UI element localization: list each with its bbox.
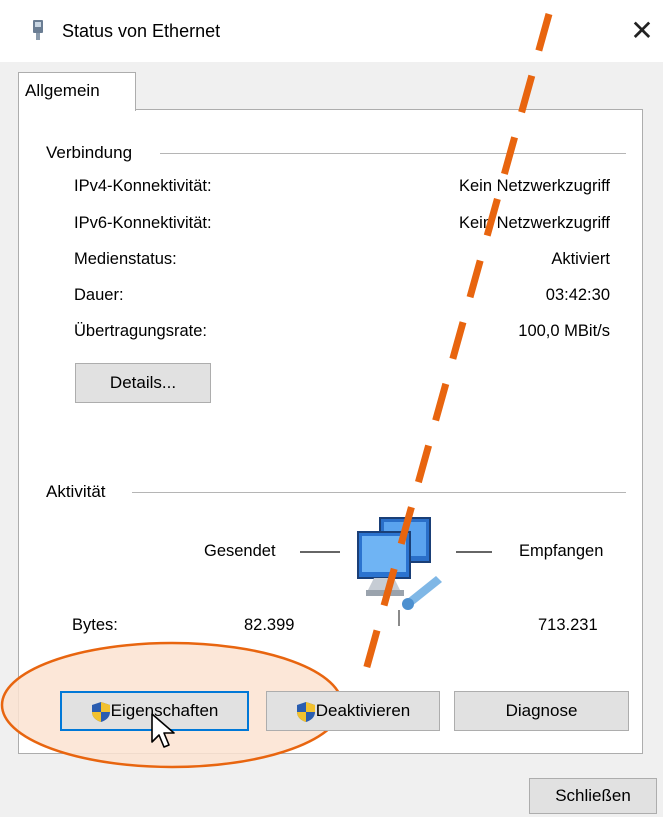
close-button[interactable]: Schließen bbox=[529, 778, 657, 814]
tab-allgemein[interactable]: Allgemein bbox=[18, 72, 136, 111]
tab-label: Allgemein bbox=[25, 81, 100, 100]
annotation-dashed-line bbox=[362, 13, 553, 671]
